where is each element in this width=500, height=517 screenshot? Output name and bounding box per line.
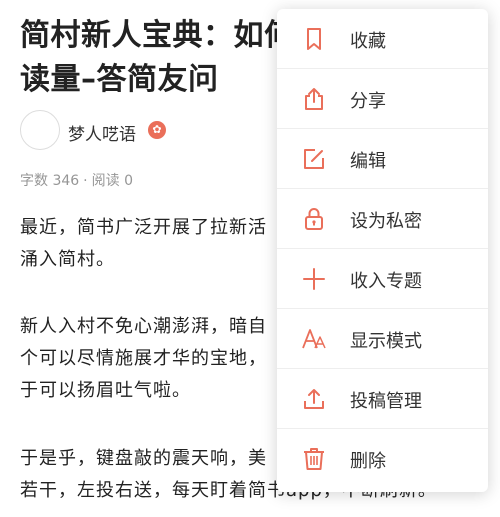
edit-icon: [301, 146, 327, 172]
menu-item-delete[interactable]: 删除: [277, 429, 488, 489]
avatar[interactable]: [20, 110, 60, 150]
upload-icon: [301, 386, 327, 412]
menu-item-label: 显示模式: [350, 331, 422, 352]
menu-item-label: 分享: [350, 91, 386, 112]
menu-item-submission-management[interactable]: 投稿管理: [277, 369, 488, 429]
more-menu: 收藏 分享 编辑 设为私密 收入专题 显示模式 投稿管理 删除: [277, 9, 488, 492]
word-count: 字数 346: [20, 173, 80, 189]
font-size-icon: [301, 326, 327, 352]
share-icon: [301, 86, 327, 112]
menu-item-label: 设为私密: [350, 211, 422, 232]
read-count: 阅读 0: [91, 173, 133, 189]
menu-item-edit[interactable]: 编辑: [277, 129, 488, 189]
menu-item-label: 收藏: [350, 31, 386, 52]
trash-icon: [301, 446, 327, 472]
meta-separator: ·: [83, 173, 88, 189]
author-badge-icon: ✿: [148, 121, 166, 139]
bookmark-icon: [301, 26, 327, 52]
menu-item-label: 收入专题: [350, 271, 422, 292]
menu-item-label: 删除: [350, 451, 386, 472]
menu-item-bookmark[interactable]: 收藏: [277, 9, 488, 69]
menu-item-label: 编辑: [350, 151, 386, 172]
lock-icon: [301, 206, 327, 232]
article-meta: 字数 346 · 阅读 0: [20, 170, 133, 190]
author-name[interactable]: 梦人呓语: [68, 120, 136, 145]
menu-item-display-mode[interactable]: 显示模式: [277, 309, 488, 369]
plus-icon: [301, 266, 327, 292]
menu-item-set-private[interactable]: 设为私密: [277, 189, 488, 249]
menu-item-label: 投稿管理: [350, 391, 422, 412]
menu-item-share[interactable]: 分享: [277, 69, 488, 129]
menu-item-add-to-collection[interactable]: 收入专题: [277, 249, 488, 309]
